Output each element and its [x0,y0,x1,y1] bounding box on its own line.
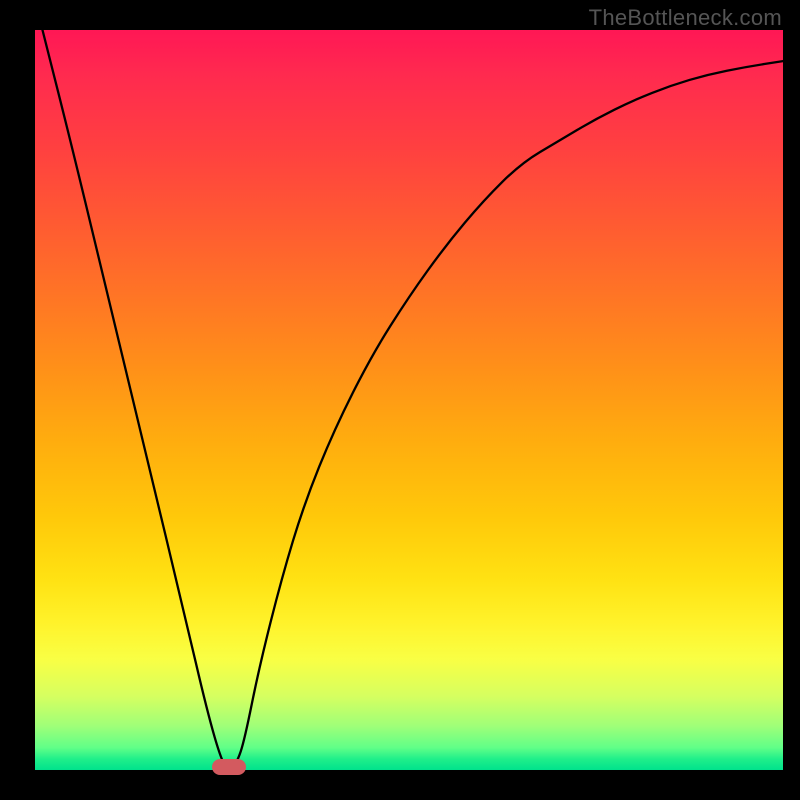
watermark-text: TheBottleneck.com [589,5,782,31]
bottleneck-curve-path [42,30,783,768]
curve-svg [35,30,783,770]
chart-plot-area [35,30,783,770]
minimum-marker [212,759,246,775]
